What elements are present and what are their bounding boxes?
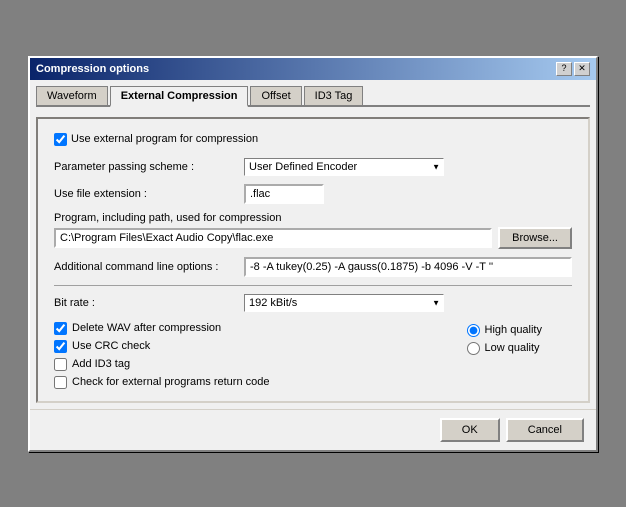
bottom-section: Delete WAV after compression Use CRC che… (54, 322, 572, 389)
tab-id3tag[interactable]: ID3 Tag (304, 86, 364, 105)
use-external-checkbox[interactable] (54, 133, 67, 146)
program-path-label: Program, including path, used for compre… (54, 212, 572, 224)
additional-options-input[interactable] (244, 257, 572, 277)
high-quality-row: High quality (467, 324, 542, 337)
add-id3-row: Add ID3 tag (54, 358, 269, 371)
dialog-body: Waveform External Compression Offset ID3… (30, 80, 596, 409)
use-crc-row: Use CRC check (54, 340, 269, 353)
ok-button[interactable]: OK (440, 418, 500, 442)
file-extension-row: Use file extension : (54, 184, 572, 204)
high-quality-label: High quality (485, 324, 542, 336)
bitrate-select-wrapper: 192 kBit/s (244, 294, 444, 312)
file-extension-label: Use file extension : (54, 188, 244, 200)
delete-wav-label: Delete WAV after compression (72, 322, 221, 334)
use-crc-checkbox[interactable] (54, 340, 67, 353)
separator-1 (54, 285, 572, 286)
add-id3-label: Add ID3 tag (72, 358, 130, 370)
parameter-scheme-select[interactable]: User Defined Encoder (244, 158, 444, 176)
close-button[interactable]: ✕ (574, 62, 590, 76)
browse-button[interactable]: Browse... (498, 227, 572, 249)
radio-column: High quality Low quality (467, 322, 572, 389)
additional-options-label: Additional command line options : (54, 261, 244, 273)
check-return-checkbox[interactable] (54, 376, 67, 389)
title-bar: Compression options ? ✕ (30, 58, 596, 80)
low-quality-label: Low quality (485, 342, 540, 354)
parameter-scheme-row: Parameter passing scheme : User Defined … (54, 158, 572, 176)
file-extension-input[interactable] (244, 184, 324, 204)
low-quality-radio[interactable] (467, 342, 480, 355)
bitrate-select[interactable]: 192 kBit/s (244, 294, 444, 312)
dialog-title: Compression options (36, 63, 149, 75)
cancel-button[interactable]: Cancel (506, 418, 584, 442)
dialog-footer: OK Cancel (30, 409, 596, 450)
add-id3-checkbox[interactable] (54, 358, 67, 371)
delete-wav-checkbox[interactable] (54, 322, 67, 335)
tab-bar: Waveform External Compression Offset ID3… (36, 86, 590, 107)
checkbox-column: Delete WAV after compression Use CRC che… (54, 322, 269, 389)
additional-options-row: Additional command line options : (54, 257, 572, 277)
title-bar-buttons: ? ✕ (556, 62, 590, 76)
use-crc-label: Use CRC check (72, 340, 150, 352)
delete-wav-row: Delete WAV after compression (54, 322, 269, 335)
tab-waveform[interactable]: Waveform (36, 86, 108, 105)
use-external-row: Use external program for compression (54, 133, 572, 146)
program-path-section: Program, including path, used for compre… (54, 212, 572, 249)
parameter-scheme-label: Parameter passing scheme : (54, 161, 244, 173)
program-path-row: Browse... (54, 227, 572, 249)
bitrate-label: Bit rate : (54, 297, 244, 309)
program-path-input[interactable] (54, 228, 492, 248)
low-quality-row: Low quality (467, 342, 542, 355)
help-button[interactable]: ? (556, 62, 572, 76)
tab-external-compression[interactable]: External Compression (110, 86, 249, 107)
check-return-label: Check for external programs return code (72, 376, 269, 388)
high-quality-radio[interactable] (467, 324, 480, 337)
tab-offset[interactable]: Offset (250, 86, 301, 105)
parameter-scheme-select-wrapper: User Defined Encoder (244, 158, 444, 176)
use-external-label: Use external program for compression (71, 133, 258, 145)
compression-options-dialog: Compression options ? ✕ Waveform Externa… (28, 56, 598, 452)
tab-content: Use external program for compression Par… (36, 117, 590, 403)
bitrate-row: Bit rate : 192 kBit/s (54, 294, 572, 312)
check-return-row: Check for external programs return code (54, 376, 269, 389)
